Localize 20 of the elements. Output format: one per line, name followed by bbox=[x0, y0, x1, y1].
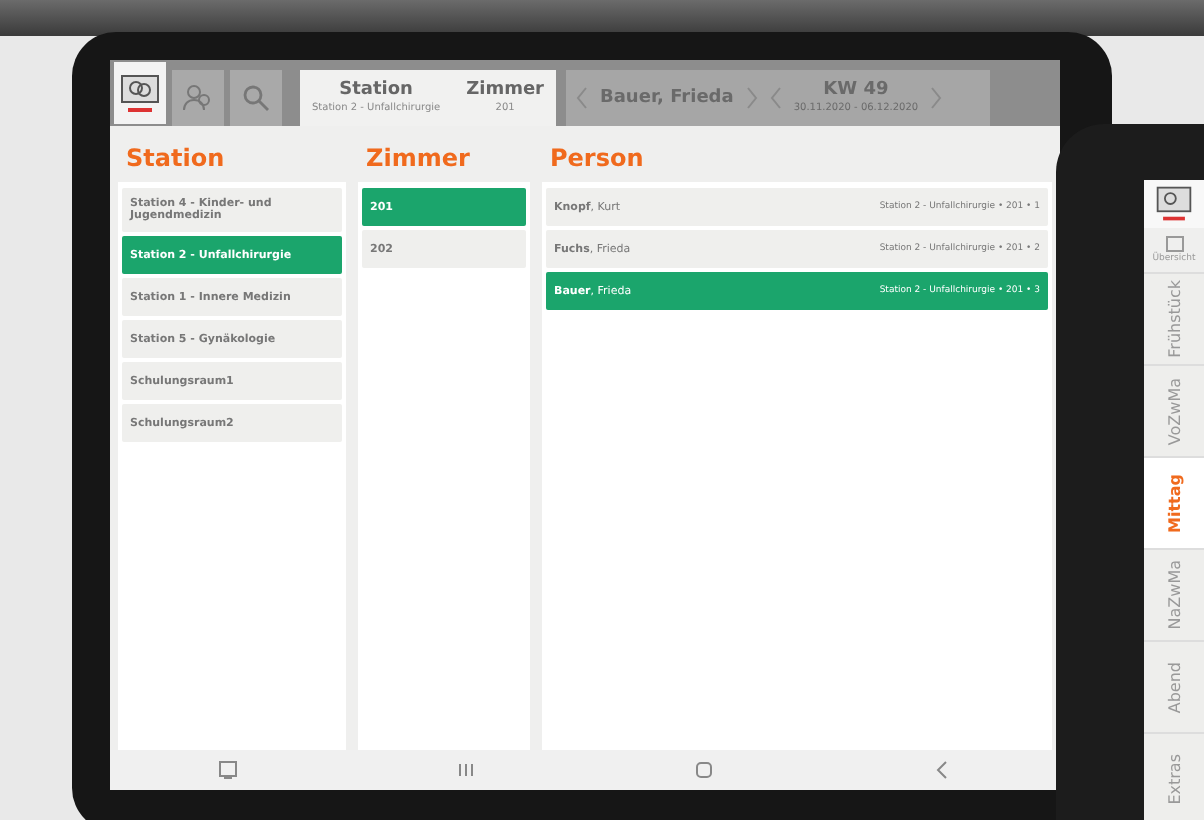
chevron-left-icon[interactable] bbox=[769, 86, 782, 110]
column-heading: Station bbox=[124, 142, 227, 176]
chevron-right-icon[interactable] bbox=[930, 86, 943, 110]
search-button[interactable] bbox=[230, 70, 282, 126]
column-heading: Zimmer bbox=[364, 142, 472, 176]
person-name: Bauer, Frieda bbox=[600, 88, 734, 108]
people-icon bbox=[182, 82, 214, 114]
tab-label: Zimmer bbox=[466, 80, 544, 102]
column-heading: Person bbox=[548, 142, 646, 176]
search-icon bbox=[242, 84, 270, 112]
list-icon bbox=[1165, 236, 1183, 252]
chevron-right-icon[interactable] bbox=[745, 86, 758, 110]
meal-tab[interactable]: Mittag bbox=[1144, 456, 1204, 548]
tab-label: Station bbox=[339, 80, 413, 102]
recent-apps-icon[interactable] bbox=[456, 760, 477, 780]
week-label: KW 49 bbox=[823, 80, 889, 102]
home-icon[interactable] bbox=[693, 760, 714, 780]
back-icon[interactable] bbox=[931, 760, 952, 780]
people-button[interactable] bbox=[172, 70, 224, 126]
chevron-left-icon[interactable] bbox=[576, 86, 588, 110]
